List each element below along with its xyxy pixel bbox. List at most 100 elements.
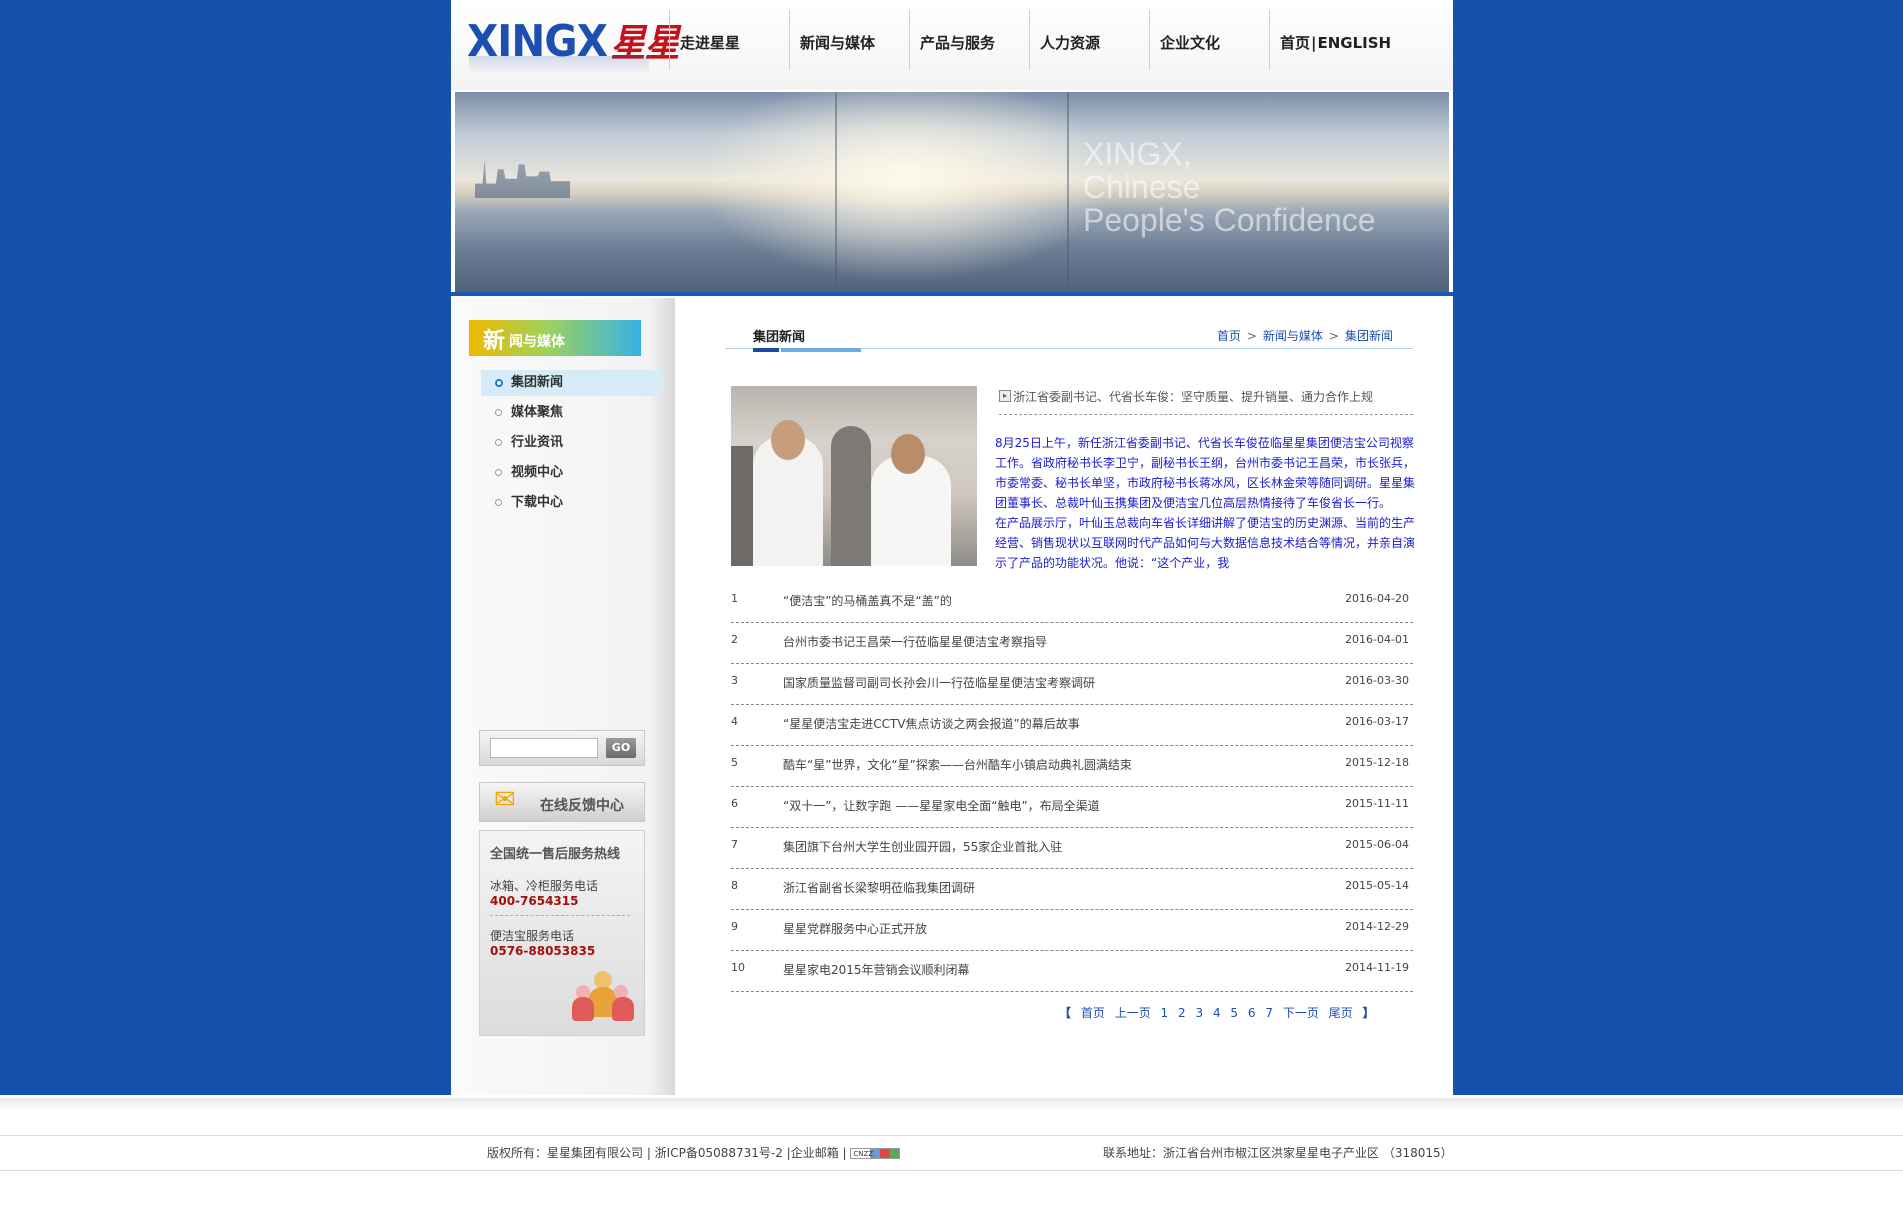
nav-culture[interactable]: 企业文化 — [1149, 10, 1269, 70]
nav-products[interactable]: 产品与服务 — [909, 10, 1029, 70]
news-title[interactable]: “双十一”，让数字跑 ——星星家电全面“触电”，布局全渠道 — [783, 797, 1100, 814]
pagination-prev[interactable]: 上一页 — [1115, 1006, 1151, 1020]
feedback-button[interactable]: ✉ 在线反馈中心 — [479, 782, 645, 822]
list-item[interactable]: 6 “双十一”，让数字跑 ——星星家电全面“触电”，布局全渠道 2015-11-11 — [731, 787, 1413, 828]
banner-slogan-line2: Chinese — [1083, 169, 1201, 205]
list-item[interactable]: 7 集团旗下台州大学生创业园开园，55家企业首批入驻 2015-06-04 — [731, 828, 1413, 869]
news-title[interactable]: 星星党群服务中心正式开放 — [783, 920, 927, 937]
footer-copyright-text[interactable]: 版权所有：星星集团有限公司 | 浙ICP备05088731号-2 |企业邮箱 | — [487, 1146, 847, 1160]
search-go-button[interactable]: GO — [606, 738, 636, 758]
sidebar-item-label: 集团新闻 — [511, 375, 564, 390]
pagination-next[interactable]: 下一页 — [1283, 1006, 1319, 1020]
sidebar: 新 闻与媒体 集团新闻 媒体聚焦 行业资讯 视频中心 下载中心 GO ✉ 在线反… — [451, 298, 675, 1095]
pagination: 【 首页 上一页 1 2 3 4 5 6 7 下一页 尾页 】 — [1059, 1004, 1381, 1021]
feature-title-divider — [999, 414, 1413, 415]
bullet-icon — [495, 379, 503, 387]
news-title[interactable]: 酷车“星”世界，文化“星”探索——台州酷车小镇启动典礼圆满结束 — [783, 756, 1132, 773]
news-title[interactable]: 国家质量监督司副司长孙会川一行莅临星星便洁宝考察调研 — [783, 674, 1095, 691]
sidebar-item-label: 视频中心 — [511, 465, 564, 480]
nav-english-link[interactable]: ENGLISH — [1318, 34, 1392, 52]
banner-mast — [835, 92, 837, 292]
pagination-page-2[interactable]: 2 — [1178, 1006, 1186, 1020]
news-number: 2 — [731, 633, 738, 646]
pagination-page-3[interactable]: 3 — [1195, 1006, 1203, 1020]
news-number: 5 — [731, 756, 738, 769]
nav-about[interactable]: 走进星星 — [669, 10, 789, 70]
main-nav: 走进星星 新闻与媒体 产品与服务 人力资源 企业文化 首页|ENGLISH — [669, 10, 1392, 70]
banner-image: XINGX, Chinese People's Confidence — [455, 92, 1449, 292]
news-number: 1 — [731, 592, 738, 605]
sidebar-item-video-center[interactable]: 视频中心 — [481, 460, 661, 490]
service-fridge-phone: 400-7654315 — [490, 894, 579, 908]
news-number: 9 — [731, 920, 738, 933]
people-icon — [572, 971, 636, 1027]
news-title[interactable]: 星星家电2015年营销会议顺利闭幕 — [783, 961, 970, 978]
list-item[interactable]: 8 浙江省副省长梁黎明莅临我集团调研 2015-05-14 — [731, 869, 1413, 910]
pagination-open-bracket: 【 — [1059, 1006, 1072, 1020]
logo-reflection — [469, 56, 649, 74]
section-title: 集团新闻 — [753, 330, 806, 345]
pagination-page-5[interactable]: 5 — [1230, 1006, 1238, 1020]
pagination-last[interactable]: 尾页 — [1329, 1006, 1353, 1020]
breadcrumb-current[interactable]: 集团新闻 — [1345, 329, 1393, 343]
news-date: 2016-04-01 — [1345, 633, 1409, 646]
feature-title[interactable]: 浙江省委副书记、代省长车俊：坚守质量、提升销量、通力合作上规 — [1013, 388, 1373, 405]
list-item[interactable]: 1 “便洁宝”的马桶盖真不是“盖”的 2016-04-20 — [731, 582, 1413, 623]
cnzz-badge-icon[interactable]: CNZZ — [850, 1148, 901, 1159]
news-date: 2016-03-17 — [1345, 715, 1409, 728]
section-tab-marker — [781, 348, 861, 352]
main-content: 集团新闻 首页 > 新闻与媒体 > 集团新闻 ▸ 浙江省委副书记、代省长车俊：坚守质量、… — [675, 298, 1453, 1095]
pagination-page-7[interactable]: 7 — [1265, 1006, 1273, 1020]
banner-slogan-line3: People's Confidence — [1083, 202, 1376, 238]
page-container: XINGX星星 走进星星 新闻与媒体 产品与服务 人力资源 企业文化 首页|EN… — [451, 0, 1453, 1095]
news-title[interactable]: 台州市委书记王昌荣一行莅临星星便洁宝考察指导 — [783, 633, 1047, 650]
pagination-close-bracket: 】 — [1362, 1006, 1375, 1020]
list-item[interactable]: 2 台州市委书记王昌荣一行莅临星星便洁宝考察指导 2016-04-01 — [731, 623, 1413, 664]
sidebar-item-group-news[interactable]: 集团新闻 — [481, 370, 661, 396]
news-title[interactable]: 集团旗下台州大学生创业园开园，55家企业首批入驻 — [783, 838, 1062, 855]
list-item[interactable]: 10 星星家电2015年营销会议顺利闭幕 2014-11-19 — [731, 951, 1413, 992]
breadcrumb: 首页 > 新闻与媒体 > 集团新闻 — [1217, 327, 1393, 344]
footer-copyright: 版权所有：星星集团有限公司 | 浙ICP备05088731号-2 |企业邮箱 |… — [487, 1144, 901, 1161]
sidebar-item-industry-news[interactable]: 行业资讯 — [481, 430, 661, 460]
service-fridge-label: 冰箱、冷柜服务电话 — [490, 879, 599, 893]
sidebar-item-label: 媒体聚焦 — [511, 405, 564, 420]
bullet-icon — [495, 499, 502, 506]
breadcrumb-home[interactable]: 首页 — [1217, 329, 1241, 343]
feature-summary[interactable]: 8月25日上午，新任浙江省委副书记、代省长车俊莅临星星集团便洁宝公司视察工作。省… — [995, 433, 1415, 573]
news-title[interactable]: 浙江省副省长梁黎明莅临我集团调研 — [783, 879, 975, 896]
chevron-right-icon: > — [1246, 329, 1257, 343]
news-number: 4 — [731, 715, 738, 728]
news-date: 2015-12-18 — [1345, 756, 1409, 769]
list-item[interactable]: 9 星星党群服务中心正式开放 2014-12-29 — [731, 910, 1413, 951]
news-date: 2015-06-04 — [1345, 838, 1409, 851]
search-input[interactable] — [490, 738, 598, 758]
nav-news[interactable]: 新闻与媒体 — [789, 10, 909, 70]
header: XINGX星星 走进星星 新闻与媒体 产品与服务 人力资源 企业文化 首页|EN… — [451, 0, 1453, 90]
pagination-page-1[interactable]: 1 — [1161, 1006, 1169, 1020]
pagination-page-4[interactable]: 4 — [1213, 1006, 1221, 1020]
pagination-first[interactable]: 首页 — [1081, 1006, 1105, 1020]
list-item[interactable]: 5 酷车“星”世界，文化“星”探索——台州酷车小镇启动典礼圆满结束 2015-12-… — [731, 746, 1413, 787]
footer-address: 联系地址：浙江省台州市椒江区洪家星星电子产业区 （318015） — [1103, 1146, 1453, 1160]
news-title[interactable]: “星星便洁宝走进CCTV焦点访谈之两会报道”的幕后故事 — [783, 715, 1080, 732]
news-list: 1 “便洁宝”的马桶盖真不是“盖”的 2016-04-20 2 台州市委书记王昌荣一行… — [731, 582, 1413, 992]
sidebar-item-media-focus[interactable]: 媒体聚焦 — [481, 400, 661, 430]
feature-photo[interactable] — [731, 386, 977, 566]
section-tab-marker — [753, 348, 779, 352]
nav-hr[interactable]: 人力资源 — [1029, 10, 1149, 70]
list-item[interactable]: 3 国家质量监督司副司长孙会川一行莅临星星便洁宝考察调研 2016-03-30 — [731, 664, 1413, 705]
nav-home-link[interactable]: 首页 — [1280, 34, 1310, 52]
footer-shadow — [0, 1098, 1903, 1110]
pagination-page-6[interactable]: 6 — [1248, 1006, 1256, 1020]
list-item[interactable]: 4 “星星便洁宝走进CCTV焦点访谈之两会报道”的幕后故事 2016-03-17 — [731, 705, 1413, 746]
sidebar-item-download-center[interactable]: 下载中心 — [481, 490, 661, 520]
news-number: 10 — [731, 961, 745, 974]
sidebar-menu: 集团新闻 媒体聚焦 行业资讯 视频中心 下载中心 — [481, 370, 661, 520]
news-date: 2016-04-20 — [1345, 592, 1409, 605]
breadcrumb-news[interactable]: 新闻与媒体 — [1263, 329, 1323, 343]
banner-city-skyline — [475, 159, 570, 198]
banner-mast — [1067, 92, 1069, 292]
service-divider — [490, 915, 630, 916]
news-title[interactable]: “便洁宝”的马桶盖真不是“盖”的 — [783, 592, 952, 609]
